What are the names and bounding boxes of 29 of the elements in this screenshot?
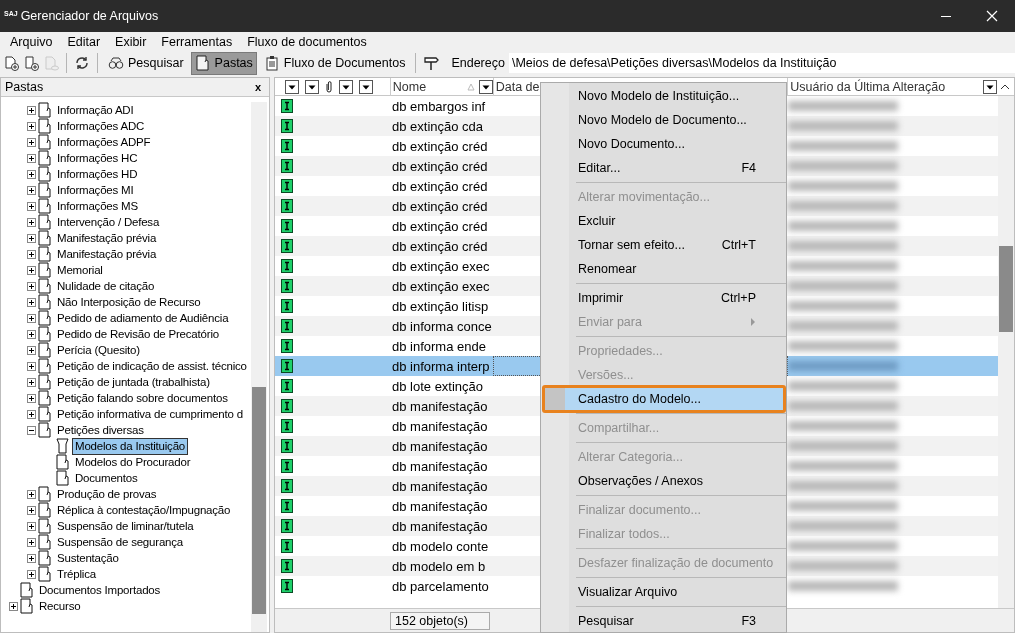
table-cell-text: db modelo conte bbox=[391, 538, 490, 554]
status-count: 152 objeto(s) bbox=[390, 611, 490, 630]
table-cell-text: db extinção exec bbox=[391, 258, 491, 274]
table-cell-text: db manifestação bbox=[391, 458, 489, 474]
table-cell-text: db extinção litisp bbox=[391, 298, 490, 314]
window-title: Gerenciador de Arquivos bbox=[20, 9, 159, 23]
table-cell-text: db extinção créd bbox=[391, 238, 489, 254]
table-cell-text: db extinção créd bbox=[391, 218, 489, 234]
table-cell-text: db parcelamento bbox=[391, 578, 490, 594]
table-cell-text: db extinção cda bbox=[391, 118, 485, 134]
table-cell-text: db manifestação bbox=[391, 478, 489, 494]
table-cell-text: db manifestação bbox=[391, 438, 489, 454]
address-label: Endereço bbox=[451, 56, 505, 70]
table-cell-text: db manifestação bbox=[391, 498, 489, 514]
panel-title: Pastas bbox=[5, 80, 44, 94]
table-cell-text: db lote extinção bbox=[391, 378, 485, 394]
table-cell-text: db extinção exec bbox=[391, 278, 491, 294]
table-cell-text: db manifestação bbox=[391, 418, 489, 434]
table-cell-text: db manifestação bbox=[391, 518, 489, 534]
table-cell-text: db extinção créd bbox=[391, 138, 489, 154]
table-cell-text: db extinção créd bbox=[391, 178, 489, 194]
table-cell-text: db embargos inf bbox=[391, 98, 487, 114]
table-cell-text: db manifestação bbox=[391, 398, 489, 414]
table-cell-text: db informa interp bbox=[391, 358, 491, 374]
table-cell-text: db modelo em b bbox=[391, 558, 487, 574]
table-cell-text: db informa conce bbox=[391, 318, 493, 334]
table-cell-text: db extinção créd bbox=[391, 158, 489, 174]
table-cell-text: db informa ende bbox=[391, 338, 487, 354]
table-cell-text: db extinção créd bbox=[391, 198, 489, 214]
